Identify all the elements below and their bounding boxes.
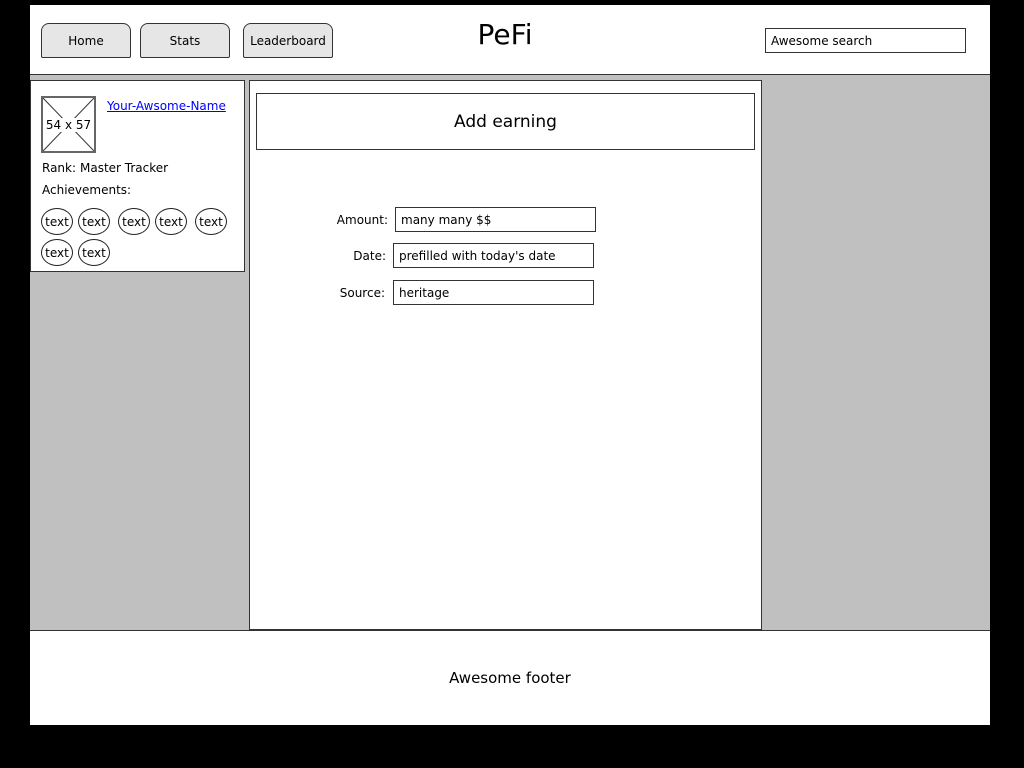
date-label: Date: (353, 249, 386, 263)
tab-home[interactable]: Home (41, 23, 131, 58)
avatar-size: 54 x 57 (45, 117, 92, 132)
footer-text: Awesome footer (449, 669, 571, 687)
search-input[interactable]: Awesome search (765, 28, 966, 53)
main-panel: Add earning Amount: many many $$ Date: p… (249, 80, 762, 630)
rank-label: Rank: (42, 161, 77, 175)
app-title: PeFi (477, 18, 533, 51)
amount-label: Amount: (336, 213, 388, 227)
footer: Awesome footer (30, 630, 990, 725)
rank-value: Master Tracker (80, 161, 169, 175)
achievement-badge[interactable]: text (41, 239, 73, 266)
achievement-badge[interactable]: text (78, 239, 110, 266)
page-heading: Add earning (256, 93, 755, 150)
profile-name-link[interactable]: Your-Awsome-Name (107, 99, 226, 113)
tab-leaderboard[interactable]: Leaderboard (243, 23, 333, 58)
achievement-badge[interactable]: text (78, 208, 110, 235)
amount-field[interactable]: many many $$ (395, 207, 596, 232)
date-field[interactable]: prefilled with today's date (393, 243, 594, 268)
tab-stats[interactable]: Stats (140, 23, 230, 58)
source-field[interactable]: heritage (393, 280, 594, 305)
avatar: 54 x 57 (41, 96, 96, 153)
profile-panel: 54 x 57 Your-Awsome-Name Rank: Master Tr… (30, 80, 245, 272)
achievement-badge[interactable]: text (155, 208, 187, 235)
achievement-badge[interactable]: text (41, 208, 73, 235)
achievements-label: Achievements: (42, 183, 132, 197)
achievement-badge[interactable]: text (118, 208, 150, 235)
source-label: Source: (339, 286, 385, 300)
achievement-badge[interactable]: text (195, 208, 227, 235)
